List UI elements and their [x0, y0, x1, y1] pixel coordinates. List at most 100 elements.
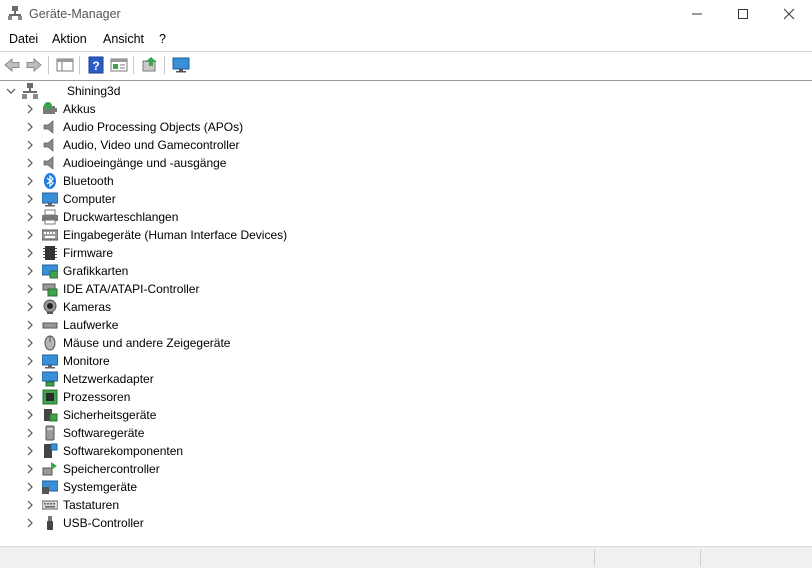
chevron-right-icon[interactable]: [25, 266, 35, 276]
svg-text:?: ?: [92, 59, 99, 73]
battery-icon: [42, 101, 58, 117]
close-button[interactable]: [766, 0, 812, 28]
chevron-right-icon[interactable]: [25, 374, 35, 384]
chevron-right-icon[interactable]: [25, 230, 35, 240]
chevron-right-icon[interactable]: [25, 212, 35, 222]
chevron-down-icon[interactable]: [6, 86, 16, 96]
scan-hardware-button[interactable]: [171, 55, 191, 75]
chevron-right-icon[interactable]: [25, 248, 35, 258]
tree-item[interactable]: Softwaregeräte: [0, 424, 812, 442]
back-button[interactable]: [2, 55, 22, 75]
tree-item[interactable]: Mäuse und andere Zeigegeräte: [0, 334, 812, 352]
help-button[interactable]: ?: [86, 55, 106, 75]
firmware-icon: [42, 245, 58, 261]
chevron-right-icon[interactable]: [25, 428, 35, 438]
tree-item[interactable]: Laufwerke: [0, 316, 812, 334]
tree-item[interactable]: Prozessoren: [0, 388, 812, 406]
tree-item[interactable]: Computer: [0, 190, 812, 208]
chevron-right-icon[interactable]: [25, 518, 35, 528]
menu-bar: Datei Aktion Ansicht ?: [0, 30, 812, 50]
processor-icon: [42, 389, 58, 405]
menu-help[interactable]: ?: [159, 32, 166, 46]
computer-icon: [41, 191, 59, 207]
keyboard-icon: [41, 497, 59, 513]
tree-item[interactable]: Druckwarteschlangen: [0, 208, 812, 226]
toolbar-separator: [48, 56, 49, 74]
tree-item-label: Prozessoren: [63, 390, 131, 404]
tree-item[interactable]: Netzwerkadapter: [0, 370, 812, 388]
properties-button[interactable]: [109, 55, 129, 75]
tree-item[interactable]: Sicherheitsgeräte: [0, 406, 812, 424]
menu-action[interactable]: Aktion: [52, 32, 87, 46]
title-bar: Geräte-Manager: [0, 0, 812, 28]
tree-item-label: Druckwarteschlangen: [63, 210, 179, 224]
menu-divider: [0, 51, 812, 52]
tree-item[interactable]: Systemgeräte: [0, 478, 812, 496]
chevron-right-icon[interactable]: [25, 482, 35, 492]
maximize-icon: [738, 9, 748, 19]
tree-item[interactable]: Kameras: [0, 298, 812, 316]
storage-controller-icon: [42, 461, 58, 477]
tree-item[interactable]: Monitore: [0, 352, 812, 370]
tree-item[interactable]: USB-Controller: [0, 514, 812, 532]
forward-button[interactable]: [24, 55, 44, 75]
chevron-right-icon[interactable]: [25, 464, 35, 474]
tree-item-label: Laufwerke: [63, 318, 119, 332]
menu-file[interactable]: Datei: [9, 32, 38, 46]
network-adapter-icon: [41, 371, 59, 387]
tree-item[interactable]: Speichercontroller: [0, 460, 812, 478]
chevron-right-icon[interactable]: [25, 500, 35, 510]
chevron-right-icon[interactable]: [25, 176, 35, 186]
arrow-right-icon: [26, 57, 42, 73]
chevron-right-icon[interactable]: [25, 194, 35, 204]
speaker-icon: [42, 155, 58, 171]
toolbar: ?: [0, 53, 812, 77]
console-tree-icon: [56, 58, 74, 72]
tree-item-label: Audioeingänge und -ausgänge: [63, 156, 227, 170]
software-component-icon: [42, 443, 58, 459]
status-divider: [594, 549, 595, 566]
monitor-icon: [41, 353, 59, 369]
minimize-button[interactable]: [674, 0, 720, 28]
software-device-icon: [42, 425, 58, 441]
chevron-right-icon[interactable]: [25, 410, 35, 420]
tree-item[interactable]: Grafikkarten: [0, 262, 812, 280]
tree-root[interactable]: Shining3d: [0, 82, 812, 100]
chevron-right-icon[interactable]: [25, 356, 35, 366]
tree-item[interactable]: Firmware: [0, 244, 812, 262]
tree-item[interactable]: Audio, Video und Gamecontroller: [0, 136, 812, 154]
chevron-right-icon[interactable]: [25, 302, 35, 312]
tree-item[interactable]: Eingabegeräte (Human Interface Devices): [0, 226, 812, 244]
chevron-right-icon[interactable]: [25, 392, 35, 402]
camera-icon: [42, 299, 58, 315]
security-device-icon: [42, 407, 58, 423]
chevron-right-icon[interactable]: [25, 158, 35, 168]
maximize-button[interactable]: [720, 0, 766, 28]
tree-item-label: Softwarekomponenten: [63, 444, 184, 458]
chevron-right-icon[interactable]: [25, 446, 35, 456]
tree-item-label: Audio, Video und Gamecontroller: [63, 138, 240, 152]
tree-item[interactable]: Bluetooth: [0, 172, 812, 190]
hid-icon: [41, 227, 59, 243]
tree-item[interactable]: Audioeingänge und -ausgänge: [0, 154, 812, 172]
tree-item[interactable]: Tastaturen: [0, 496, 812, 514]
speaker-icon: [42, 119, 58, 135]
chevron-right-icon[interactable]: [25, 320, 35, 330]
show-hide-console-tree-button[interactable]: [55, 55, 75, 75]
chevron-right-icon[interactable]: [25, 140, 35, 150]
chevron-right-icon[interactable]: [25, 104, 35, 114]
menu-view[interactable]: Ansicht: [103, 32, 144, 46]
chevron-right-icon[interactable]: [25, 284, 35, 294]
properties-icon: [110, 58, 128, 72]
chevron-right-icon[interactable]: [25, 122, 35, 132]
chevron-right-icon[interactable]: [25, 338, 35, 348]
printer-icon: [42, 209, 58, 225]
tree-item[interactable]: Akkus: [0, 100, 812, 118]
update-driver-button[interactable]: [140, 55, 160, 75]
tree-item-label: Audio Processing Objects (APOs): [63, 120, 244, 134]
tree-item[interactable]: Audio Processing Objects (APOs): [0, 118, 812, 136]
tree-item[interactable]: Softwarekomponenten: [0, 442, 812, 460]
tree-item[interactable]: IDE ATA/ATAPI-Controller: [0, 280, 812, 298]
arrow-left-icon: [4, 57, 20, 73]
tree-item-label: Tastaturen: [63, 498, 120, 512]
